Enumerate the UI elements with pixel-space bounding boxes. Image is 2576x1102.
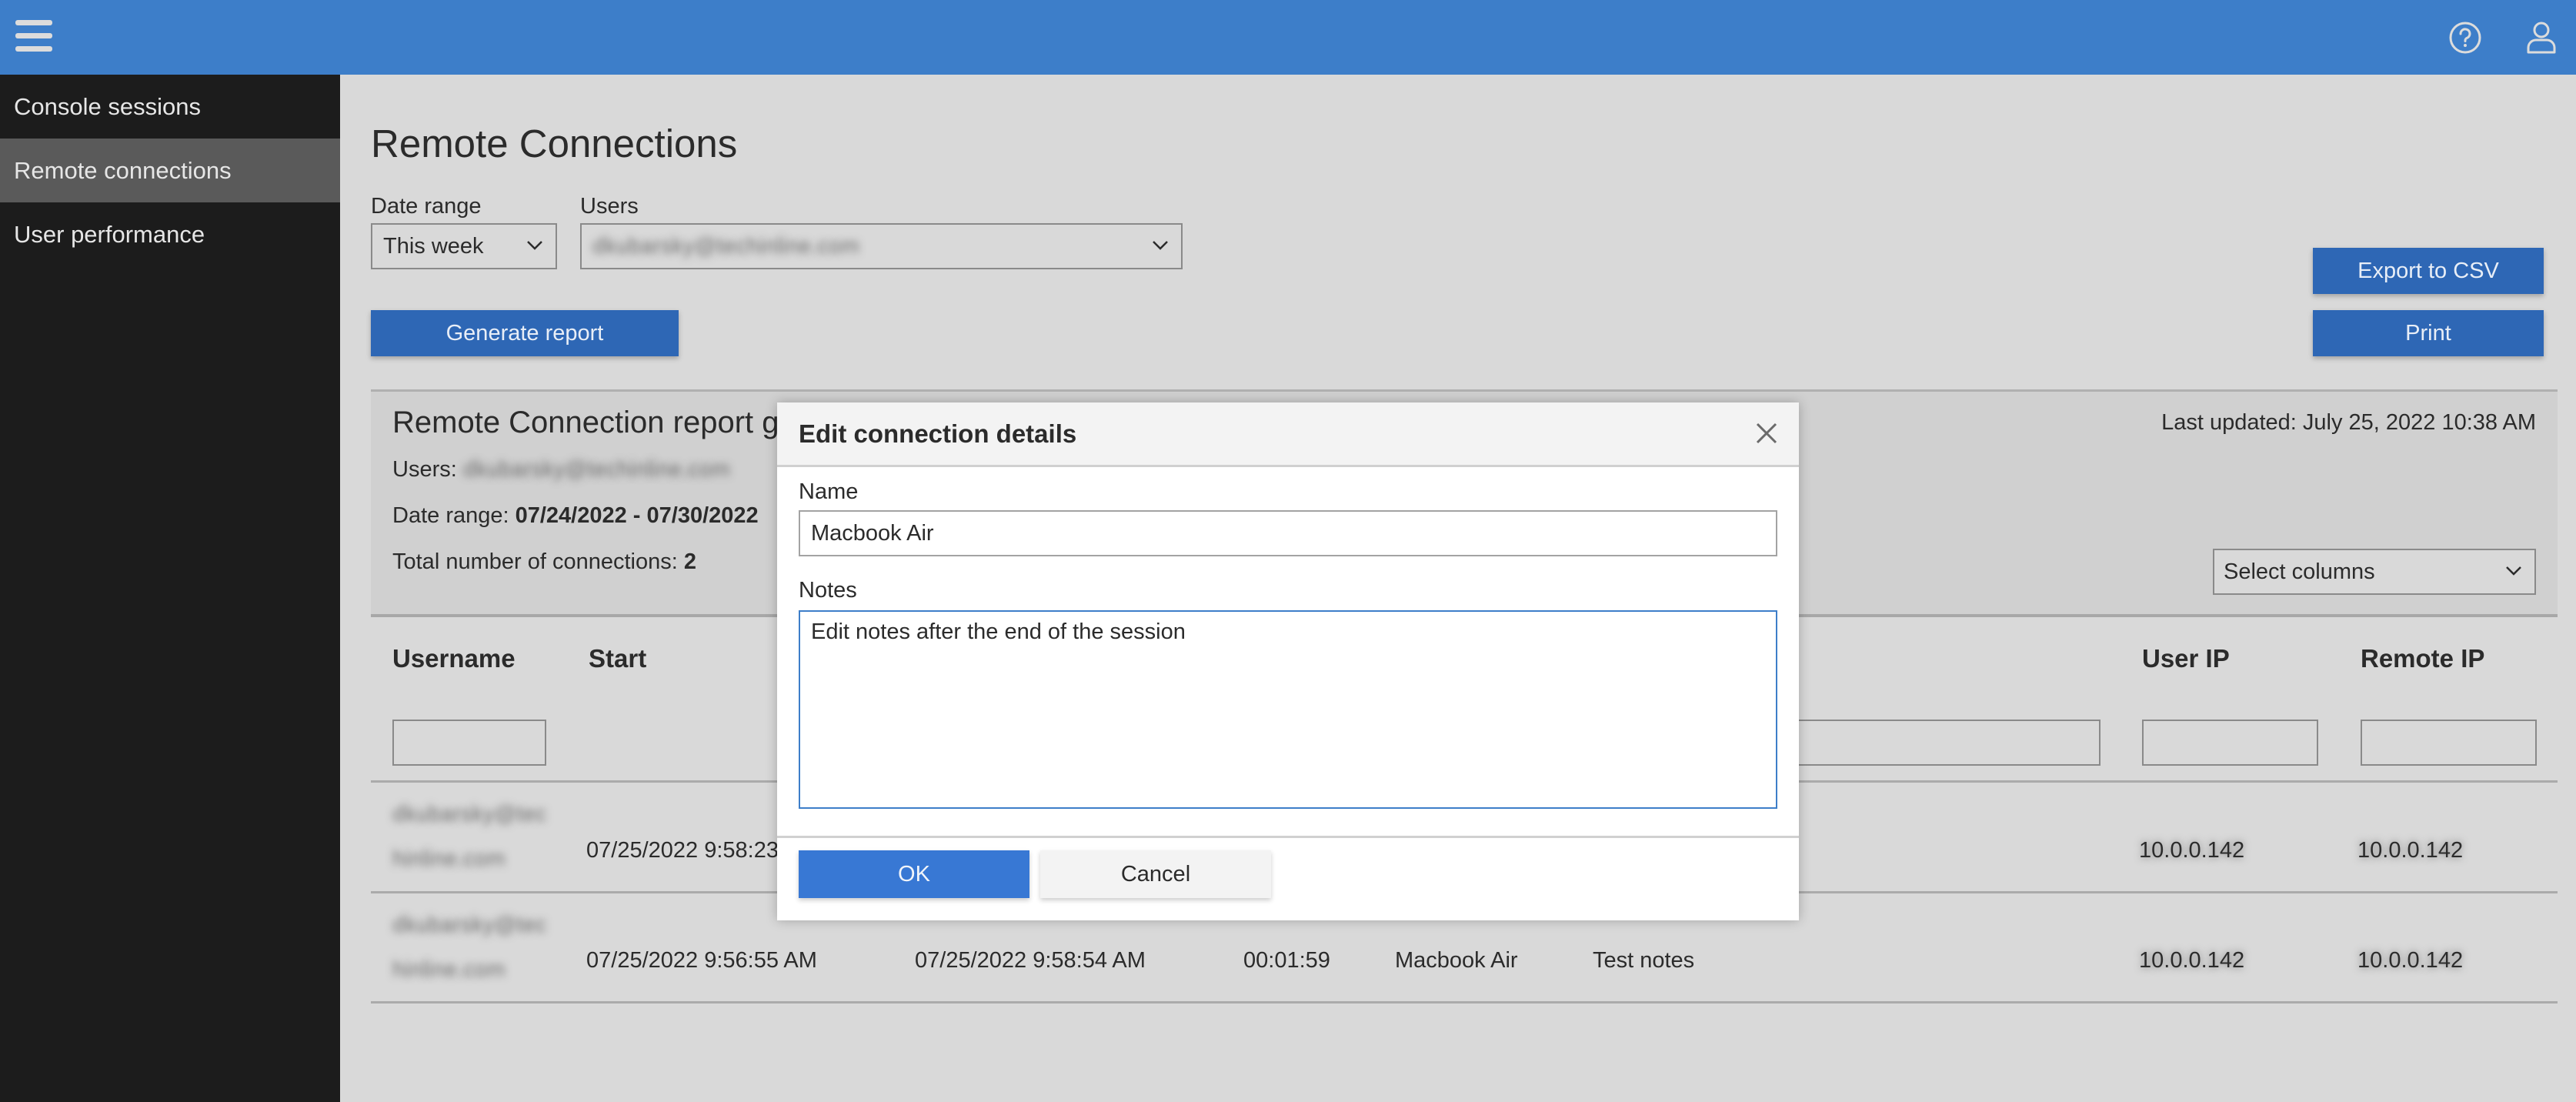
end-cell: 07/25/2022 9:58:54 AM: [915, 948, 1146, 973]
name-input[interactable]: [799, 510, 1777, 556]
sidebar-item-user-performance[interactable]: User performance: [0, 202, 340, 266]
sidebar-item-console-sessions[interactable]: Console sessions: [0, 75, 340, 139]
modal-header: Edit connection details: [777, 402, 1799, 467]
cancel-button[interactable]: Cancel: [1040, 850, 1271, 898]
report-users-value: dkubarsky@techinline.com: [462, 457, 730, 482]
export-csv-button[interactable]: Export to CSV: [2313, 248, 2544, 294]
menu-bar: [15, 20, 52, 25]
sidebar-item-remote-connections[interactable]: Remote connections: [0, 139, 340, 202]
print-button[interactable]: Print: [2313, 310, 2544, 356]
chevron-down-icon: [1153, 241, 1168, 250]
username-line: hinline.com: [392, 847, 506, 871]
edit-connection-modal: Edit connection details Name Notes Edit …: [777, 402, 1799, 920]
report-users-label: Users:: [392, 457, 463, 482]
remote-ip-cell: 10.0.0.142: [2357, 948, 2464, 973]
generate-report-button[interactable]: Generate report: [371, 310, 679, 356]
user-ip-filter-input[interactable]: [2142, 720, 2318, 766]
report-users: Users: dkubarsky@techinline.com: [392, 457, 730, 483]
users-value: dkubarsky@techinline.com: [592, 234, 859, 259]
sidebar: Console sessions Remote connections User…: [0, 75, 340, 1102]
menu-bar: [15, 33, 52, 38]
date-range-value: This week: [383, 234, 484, 259]
date-range-label: Date range: [371, 194, 482, 219]
column-header-start[interactable]: Start: [589, 644, 646, 673]
users-select[interactable]: dkubarsky@techinline.com: [580, 223, 1183, 269]
notes-textarea[interactable]: Edit notes after the end of the session: [799, 610, 1777, 809]
duration-cell: 00:01:59: [1243, 948, 1330, 973]
ok-button[interactable]: OK: [799, 850, 1029, 898]
remote-ip-filter-input[interactable]: [2361, 720, 2537, 766]
chevron-down-icon: [2506, 566, 2521, 576]
username-filter-input[interactable]: [392, 720, 546, 766]
username-line: hinline.com: [392, 957, 506, 982]
column-header-user-ip[interactable]: User IP: [2142, 644, 2230, 673]
last-updated: Last updated: July 25, 2022 10:38 AM: [2161, 410, 2536, 435]
notes-label: Notes: [799, 578, 857, 603]
report-date-range-value: 07/24/2022 - 07/30/2022: [515, 503, 759, 528]
close-icon[interactable]: [1751, 418, 1782, 449]
name-cell: Macbook Air: [1395, 948, 1518, 973]
username-cell: dkubarsky@tec hinline.com: [392, 792, 546, 881]
report-date-range-label: Date range:: [392, 503, 516, 528]
date-range-select[interactable]: This week: [371, 223, 557, 269]
report-total: Total number of connections: 2: [392, 549, 696, 575]
username-line: dkubarsky@tec: [392, 913, 547, 937]
top-bar: [0, 0, 2576, 75]
notes-cell: Test notes: [1593, 948, 1695, 973]
column-header-username[interactable]: Username: [392, 644, 516, 673]
username-cell: dkubarsky@tec hinline.com: [392, 903, 546, 992]
user-ip-cell: 10.0.0.142: [2139, 948, 2245, 973]
user-profile-icon[interactable]: [2524, 20, 2559, 55]
user-ip-cell: 10.0.0.142: [2139, 838, 2245, 863]
chevron-down-icon: [527, 241, 542, 250]
hamburger-menu-icon[interactable]: [14, 18, 54, 55]
users-label: Users: [580, 194, 639, 219]
menu-bar: [15, 46, 52, 52]
start-cell: 07/25/2022 9:56:55 AM: [586, 948, 817, 973]
name-label: Name: [799, 479, 859, 504]
username-line: dkubarsky@tec: [392, 802, 547, 826]
column-header-remote-ip[interactable]: Remote IP: [2361, 644, 2484, 673]
modal-footer-divider: [777, 836, 1799, 838]
row-divider: [371, 1001, 2558, 1003]
page-title: Remote Connections: [371, 122, 738, 165]
report-date-range: Date range: 07/24/2022 - 07/30/2022: [392, 503, 759, 529]
modal-title: Edit connection details: [799, 419, 1077, 448]
report-total-label: Total number of connections:: [392, 549, 684, 574]
help-icon[interactable]: [2448, 20, 2483, 55]
select-columns-label: Select columns: [2224, 559, 2375, 584]
select-columns-dropdown[interactable]: Select columns: [2213, 549, 2536, 595]
report-total-value: 2: [683, 549, 696, 574]
remote-ip-cell: 10.0.0.142: [2357, 838, 2464, 863]
